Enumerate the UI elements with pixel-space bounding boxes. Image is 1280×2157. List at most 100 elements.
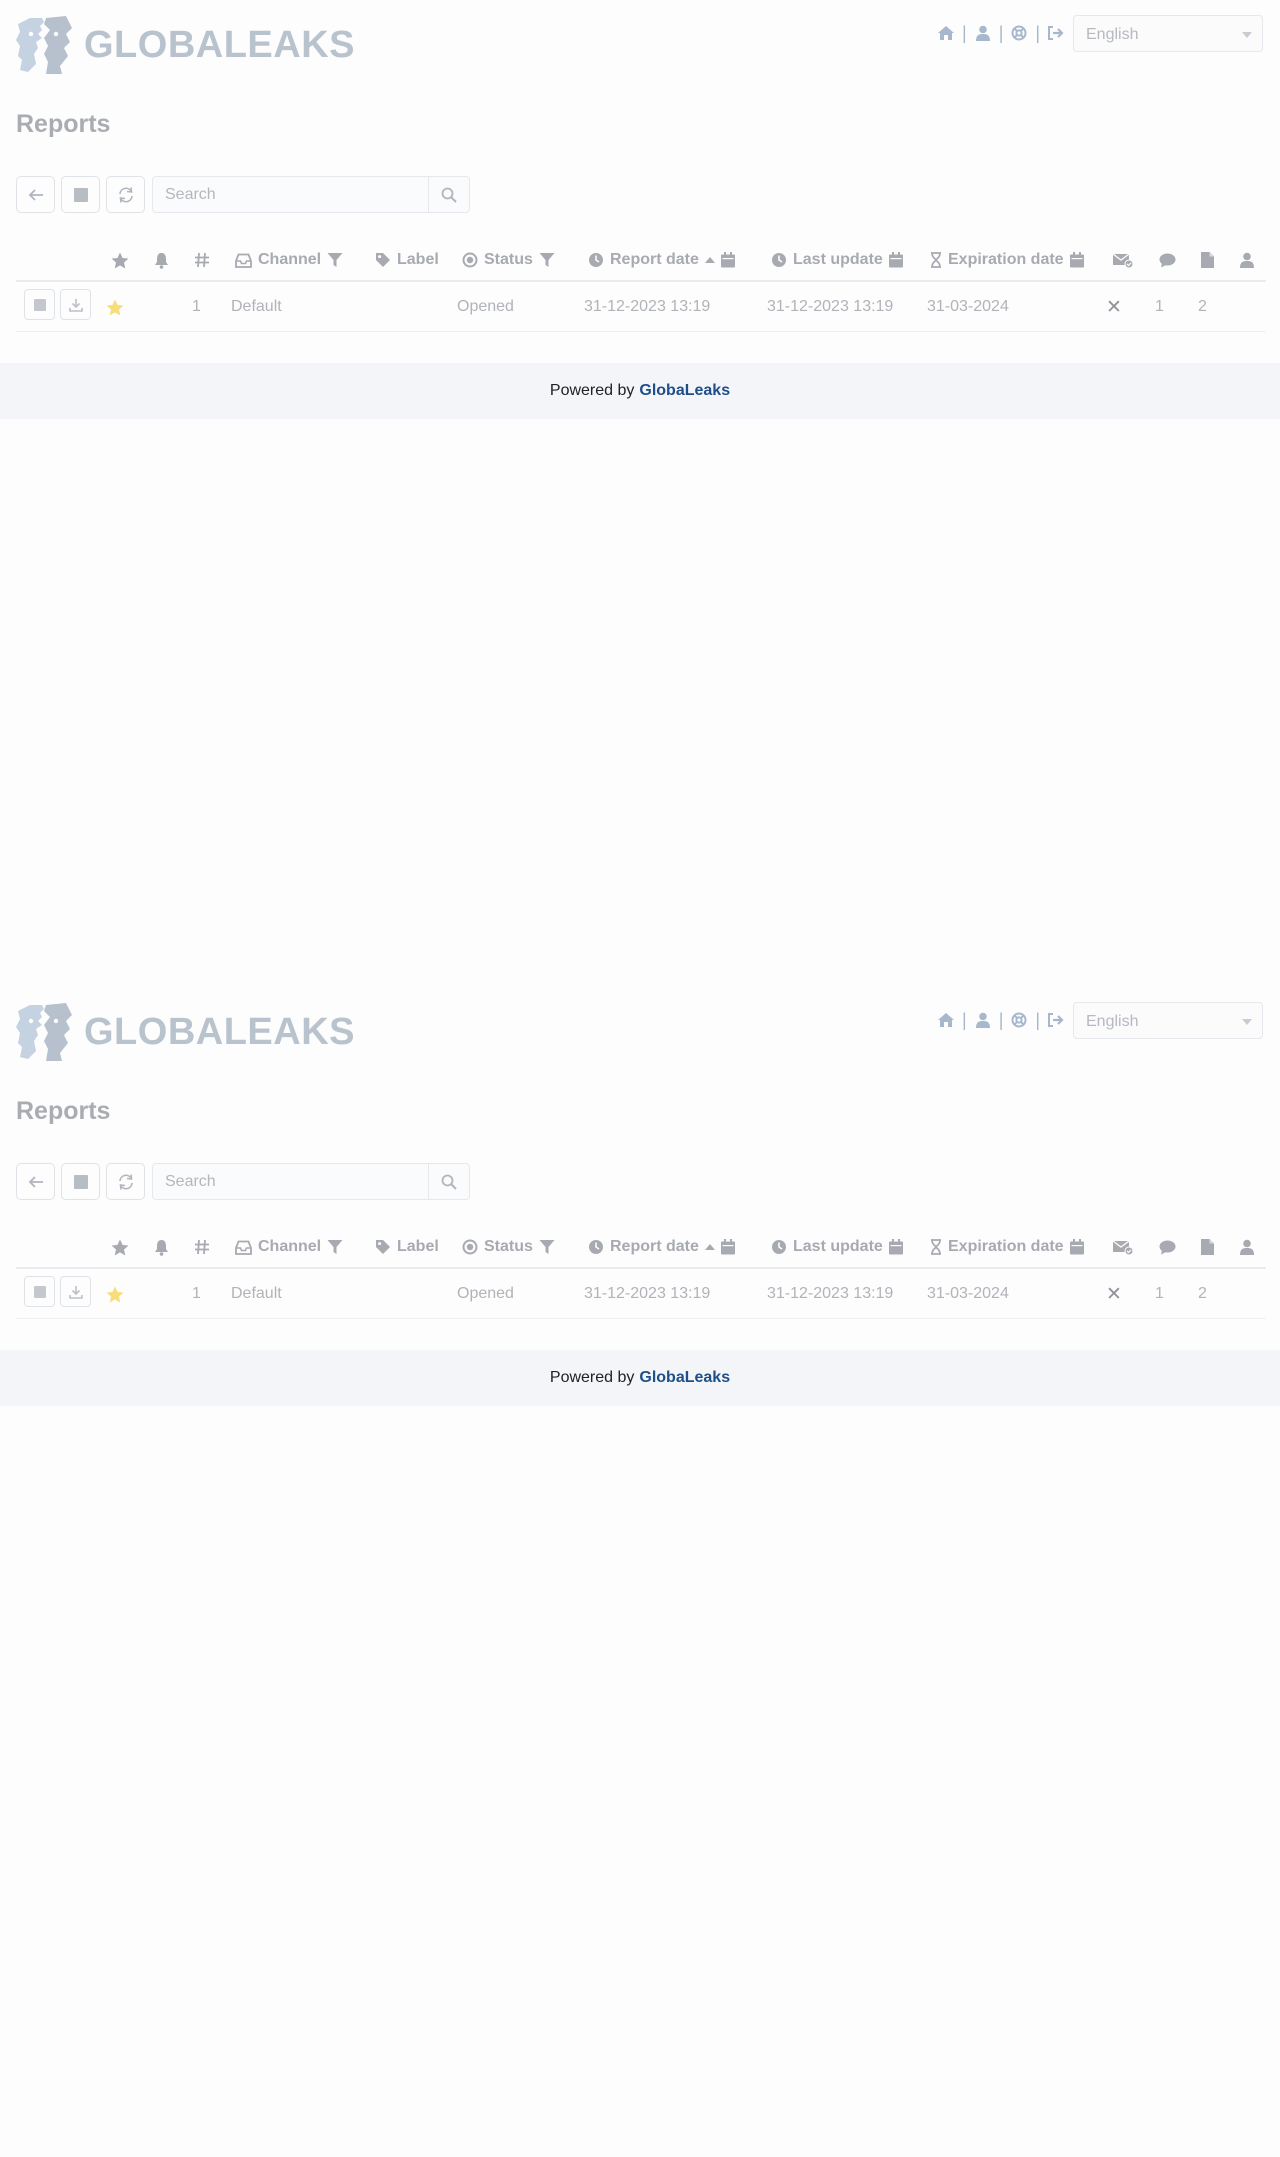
- user-icon[interactable]: [973, 1010, 993, 1030]
- home-icon[interactable]: [936, 23, 956, 43]
- col-channel[interactable]: Channel: [235, 1229, 343, 1265]
- table-header: Channel Label Status Report date Last up…: [16, 1229, 1266, 1269]
- filter-icon[interactable]: [539, 252, 555, 268]
- row-download-button[interactable]: [60, 289, 91, 320]
- col-comments[interactable]: [1159, 1229, 1176, 1265]
- nav-divider: |: [962, 1010, 967, 1030]
- refresh-button[interactable]: [106, 176, 145, 213]
- col-status[interactable]: Status: [462, 242, 555, 278]
- download-icon: [68, 1285, 83, 1299]
- logo[interactable]: GLOBALEAKS: [16, 1003, 355, 1061]
- col-files[interactable]: [1201, 242, 1214, 278]
- search-button[interactable]: [428, 177, 469, 212]
- col-notifications[interactable]: [154, 1229, 169, 1265]
- home-icon[interactable]: [936, 1010, 956, 1030]
- calendar-icon[interactable]: [720, 252, 735, 268]
- col-important[interactable]: [111, 242, 129, 278]
- col-expiration-date[interactable]: Expiration date: [930, 1229, 1084, 1265]
- col-files[interactable]: [1201, 1229, 1214, 1265]
- back-button[interactable]: [16, 1163, 55, 1200]
- page-title: Reports: [16, 110, 111, 138]
- language-select[interactable]: English: [1073, 1002, 1263, 1039]
- col-important[interactable]: [111, 1229, 129, 1265]
- top-nav: | | |: [936, 1007, 1066, 1033]
- cell-id: 1: [192, 298, 201, 315]
- filter-icon[interactable]: [327, 252, 343, 268]
- col-channel-label: Channel: [258, 1238, 322, 1255]
- sort-asc-icon[interactable]: [704, 256, 715, 264]
- powered-by-text: Powered by: [549, 1369, 635, 1386]
- col-report-date[interactable]: Report date: [588, 1229, 735, 1265]
- bell-icon: [155, 252, 168, 269]
- logout-icon[interactable]: [1046, 1010, 1066, 1030]
- calendar-icon[interactable]: [720, 1239, 735, 1255]
- calendar-icon[interactable]: [1069, 252, 1084, 268]
- table-row[interactable]: 1 Default Opened 31-12-2023 13:19 31-12-…: [16, 1270, 1266, 1319]
- col-last-update-label: Last update: [793, 251, 883, 268]
- language-selected: English: [1086, 1013, 1139, 1030]
- cell-status: Opened: [457, 298, 514, 315]
- select-all-button[interactable]: [61, 1163, 100, 1200]
- col-id[interactable]: [194, 242, 210, 278]
- row-star[interactable]: [106, 1270, 124, 1318]
- col-user[interactable]: [1240, 1229, 1254, 1265]
- row-select-checkbox[interactable]: [24, 289, 55, 320]
- comment-icon: [1159, 1240, 1176, 1254]
- globaleaks-link[interactable]: GlobaLeaks: [639, 382, 730, 400]
- calendar-icon[interactable]: [1069, 1239, 1084, 1255]
- language-select[interactable]: English: [1073, 15, 1263, 52]
- chevron-down-icon: [1242, 1019, 1252, 1025]
- cell-notification-mark: ✕: [1106, 1283, 1122, 1305]
- brand-name: GLOBALEAKS: [84, 23, 355, 66]
- col-comments[interactable]: [1159, 242, 1176, 278]
- file-icon: [1201, 252, 1214, 268]
- search-button[interactable]: [428, 1164, 469, 1199]
- search-input[interactable]: [153, 1164, 429, 1199]
- hash-icon: [195, 1239, 209, 1255]
- col-channel[interactable]: Channel: [235, 242, 343, 278]
- tag-icon: [376, 253, 390, 267]
- col-expiration-date[interactable]: Expiration date: [930, 242, 1084, 278]
- table-row[interactable]: 1 Default Opened 31-12-2023 13:19 31-12-…: [16, 283, 1266, 332]
- col-notifications[interactable]: [154, 242, 169, 278]
- col-mail[interactable]: [1112, 1229, 1134, 1265]
- refresh-button[interactable]: [106, 1163, 145, 1200]
- search-input[interactable]: [153, 177, 429, 212]
- logo[interactable]: GLOBALEAKS: [16, 16, 355, 74]
- col-user[interactable]: [1240, 242, 1254, 278]
- support-icon[interactable]: [1009, 1010, 1029, 1030]
- calendar-icon[interactable]: [888, 252, 903, 268]
- row-download-button[interactable]: [60, 1276, 91, 1307]
- col-report-date-label: Report date: [610, 251, 699, 268]
- back-arrow-icon: [28, 1175, 43, 1188]
- comment-icon: [1159, 253, 1176, 267]
- report-view: GLOBALEAKS | | | English Reports Search …: [0, 0, 1280, 435]
- col-last-update[interactable]: Last update: [771, 1229, 903, 1265]
- col-id[interactable]: [194, 1229, 210, 1265]
- hourglass-icon: [931, 252, 941, 268]
- user-icon[interactable]: [973, 23, 993, 43]
- envelope-check-icon: [1112, 1240, 1134, 1255]
- search-icon: [441, 187, 457, 203]
- select-all-icon: [73, 1174, 88, 1189]
- globaleaks-link[interactable]: GlobaLeaks: [639, 1369, 730, 1387]
- col-report-date[interactable]: Report date: [588, 242, 735, 278]
- sort-asc-icon[interactable]: [704, 1243, 715, 1251]
- calendar-icon[interactable]: [888, 1239, 903, 1255]
- back-button[interactable]: [16, 176, 55, 213]
- filter-icon[interactable]: [539, 1239, 555, 1255]
- col-mail[interactable]: [1112, 242, 1134, 278]
- col-label[interactable]: Label: [375, 242, 439, 278]
- row-select-checkbox[interactable]: [24, 1276, 55, 1307]
- logout-icon[interactable]: [1046, 23, 1066, 43]
- col-status[interactable]: Status: [462, 1229, 555, 1265]
- support-icon[interactable]: [1009, 23, 1029, 43]
- col-status-label: Status: [484, 251, 533, 268]
- row-star[interactable]: [106, 283, 124, 331]
- col-last-update[interactable]: Last update: [771, 242, 903, 278]
- select-all-button[interactable]: [61, 176, 100, 213]
- col-last-update-label: Last update: [793, 1238, 883, 1255]
- file-icon: [1201, 1239, 1214, 1255]
- col-label[interactable]: Label: [375, 1229, 439, 1265]
- filter-icon[interactable]: [327, 1239, 343, 1255]
